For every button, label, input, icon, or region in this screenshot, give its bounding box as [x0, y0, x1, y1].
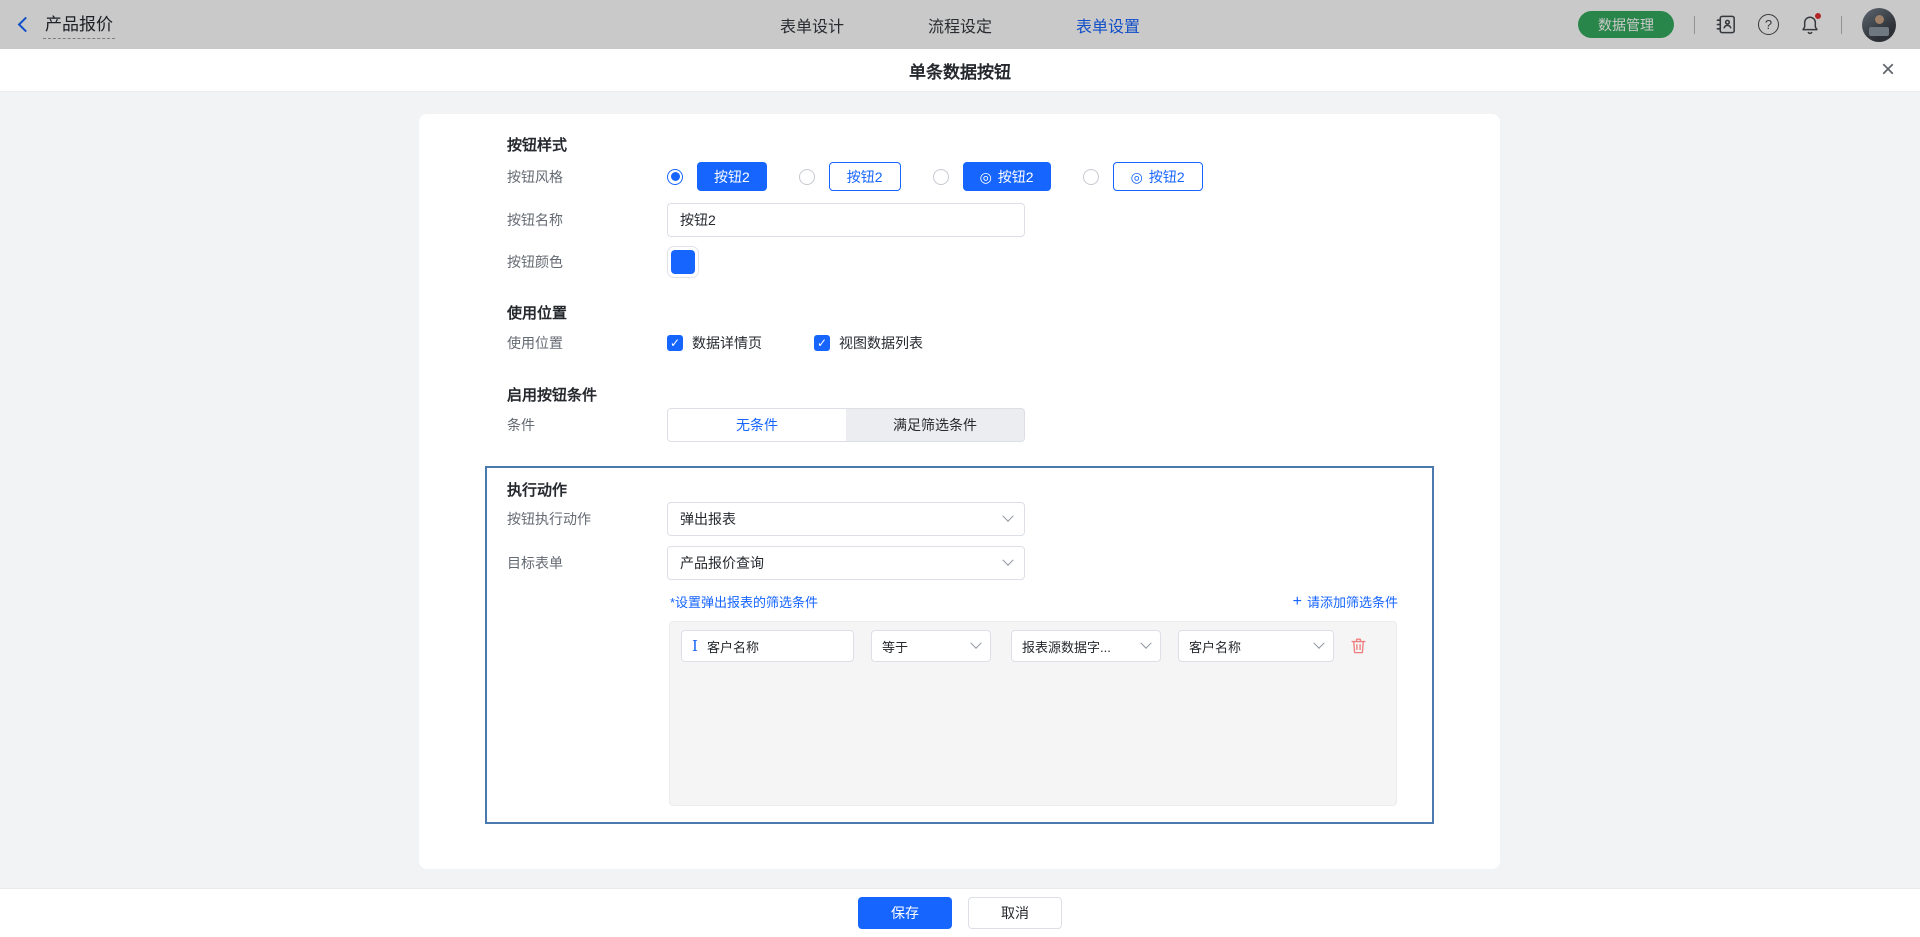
filter-value-select[interactable]: 客户名称 [1178, 630, 1334, 662]
segment-filter-condition[interactable]: 满足筛选条件 [846, 409, 1024, 441]
filter-field-name: 客户名称 [707, 637, 759, 656]
record-icon: ◎ [1131, 170, 1143, 184]
add-filter-link[interactable]: + 请添加筛选条件 [1293, 592, 1398, 611]
top-bar: 产品报价 表单设计 流程设定 表单设置 数据管理 ? [0, 0, 1920, 49]
style-option-4: ◎ 按钮2 [1083, 162, 1203, 191]
chevron-down-icon [970, 638, 981, 649]
execute-action-value: 弹出报表 [680, 509, 736, 529]
execute-action-label: 按钮执行动作 [507, 509, 667, 529]
target-form-select[interactable]: 产品报价查询 [667, 546, 1025, 580]
section-title-enable-condition: 启用按钮条件 [507, 384, 597, 405]
chevron-down-icon [1313, 638, 1324, 649]
chevron-down-icon [1140, 638, 1151, 649]
section-title-button-style: 按钮样式 [507, 134, 567, 155]
condition-row: 条件 无条件 满足筛选条件 [507, 408, 1025, 442]
help-icon[interactable]: ? [1758, 14, 1779, 35]
filter-operator-select[interactable]: 等于 [871, 630, 991, 662]
section-title-usage: 使用位置 [507, 302, 567, 323]
target-form-label: 目标表单 [507, 553, 667, 573]
filter-conditions-panel: I 客户名称 等于 报表源数据字... 客户名称 [669, 621, 1397, 806]
chevron-down-icon [1002, 511, 1013, 522]
filter-value-value: 客户名称 [1189, 637, 1241, 656]
checkbox-checked-icon[interactable]: ✓ [814, 335, 830, 351]
button-style-label: 按钮风格 [507, 167, 667, 187]
filter-source-select[interactable]: 报表源数据字... [1011, 630, 1161, 662]
condition-label: 条件 [507, 415, 667, 435]
record-icon: ◎ [980, 170, 992, 184]
style-option-1: 按钮2 [667, 162, 767, 191]
filter-caption: *设置弹出报表的筛选条件 [670, 592, 818, 611]
divider [1841, 16, 1842, 34]
usage-label: 使用位置 [507, 333, 667, 353]
checkbox-checked-icon[interactable]: ✓ [667, 335, 683, 351]
radio-style-3[interactable] [933, 169, 949, 185]
dialog-footer: 保存 取消 [0, 888, 1920, 937]
execute-action-panel: 执行动作 按钮执行动作 弹出报表 目标表单 产品报价查询 *设置弹出报表的筛选条… [485, 466, 1434, 824]
checkbox-view-list-group[interactable]: ✓ 视图数据列表 [814, 333, 923, 353]
dialog-titlebar: 单条数据按钮 × [0, 49, 1920, 92]
close-icon[interactable]: × [1881, 56, 1895, 84]
style-preview-solid-icon[interactable]: ◎ 按钮2 [963, 162, 1051, 191]
target-form-value: 产品报价查询 [680, 553, 764, 573]
notification-badge [1814, 12, 1822, 20]
checkbox-view-list-label: 视图数据列表 [839, 333, 923, 353]
divider [1694, 16, 1695, 34]
button-color-row: 按钮颜色 [507, 246, 699, 278]
settings-card: 按钮样式 按钮风格 按钮2 按钮2 ◎ 按钮2 [419, 114, 1500, 869]
style-option-2: 按钮2 [799, 162, 901, 191]
data-manage-button[interactable]: 数据管理 [1578, 11, 1674, 38]
execute-action-select[interactable]: 弹出报表 [667, 502, 1025, 536]
save-button[interactable]: 保存 [858, 897, 952, 929]
cancel-button[interactable]: 取消 [968, 897, 1062, 929]
target-form-row: 目标表单 产品报价查询 [507, 546, 1025, 580]
radio-style-4[interactable] [1083, 169, 1099, 185]
text-field-icon: I [692, 639, 698, 654]
filter-caption-row: *设置弹出报表的筛选条件 + 请添加筛选条件 [670, 592, 1398, 611]
tab-form-settings[interactable]: 表单设置 [1076, 13, 1140, 37]
checkbox-detail-page-label: 数据详情页 [692, 333, 762, 353]
radio-style-1[interactable] [667, 169, 683, 185]
trash-icon [1349, 636, 1368, 656]
checkbox-detail-page-group[interactable]: ✓ 数据详情页 [667, 333, 762, 353]
plus-icon: + [1293, 594, 1302, 610]
filter-operator-value: 等于 [882, 637, 908, 656]
usage-row: 使用位置 ✓ 数据详情页 ✓ 视图数据列表 [507, 334, 975, 352]
dialog-content: 按钮样式 按钮风格 按钮2 按钮2 ◎ 按钮2 [0, 92, 1920, 937]
button-style-row: 按钮风格 按钮2 按钮2 ◎ 按钮2 [507, 162, 1203, 191]
chevron-down-icon [1002, 555, 1013, 566]
button-name-input[interactable] [667, 203, 1025, 237]
section-title-execute-action: 执行动作 [507, 479, 567, 500]
condition-segmented-control: 无条件 满足筛选条件 [667, 408, 1025, 442]
delete-filter-button[interactable] [1349, 636, 1368, 656]
button-name-label: 按钮名称 [507, 210, 667, 230]
filter-field-chip[interactable]: I 客户名称 [681, 630, 854, 662]
contacts-icon[interactable] [1715, 13, 1738, 36]
dialog-title: 单条数据按钮 [909, 58, 1011, 83]
button-name-row: 按钮名称 [507, 203, 1025, 237]
execute-action-row: 按钮执行动作 弹出报表 [507, 502, 1025, 536]
notifications-button[interactable] [1799, 14, 1821, 36]
tab-process-setting[interactable]: 流程设定 [928, 13, 992, 37]
radio-style-2[interactable] [799, 169, 815, 185]
style-option-3: ◎ 按钮2 [933, 162, 1051, 191]
style-preview-solid[interactable]: 按钮2 [697, 162, 767, 191]
button-color-label: 按钮颜色 [507, 252, 667, 272]
tab-form-design[interactable]: 表单设计 [780, 13, 844, 37]
style-preview-outline-icon[interactable]: ◎ 按钮2 [1113, 162, 1203, 191]
avatar[interactable] [1862, 8, 1896, 42]
style-preview-outline[interactable]: 按钮2 [829, 162, 901, 191]
segment-no-condition[interactable]: 无条件 [668, 409, 846, 441]
color-picker[interactable] [667, 246, 699, 278]
filter-source-value: 报表源数据字... [1022, 637, 1111, 656]
color-swatch [671, 250, 695, 274]
